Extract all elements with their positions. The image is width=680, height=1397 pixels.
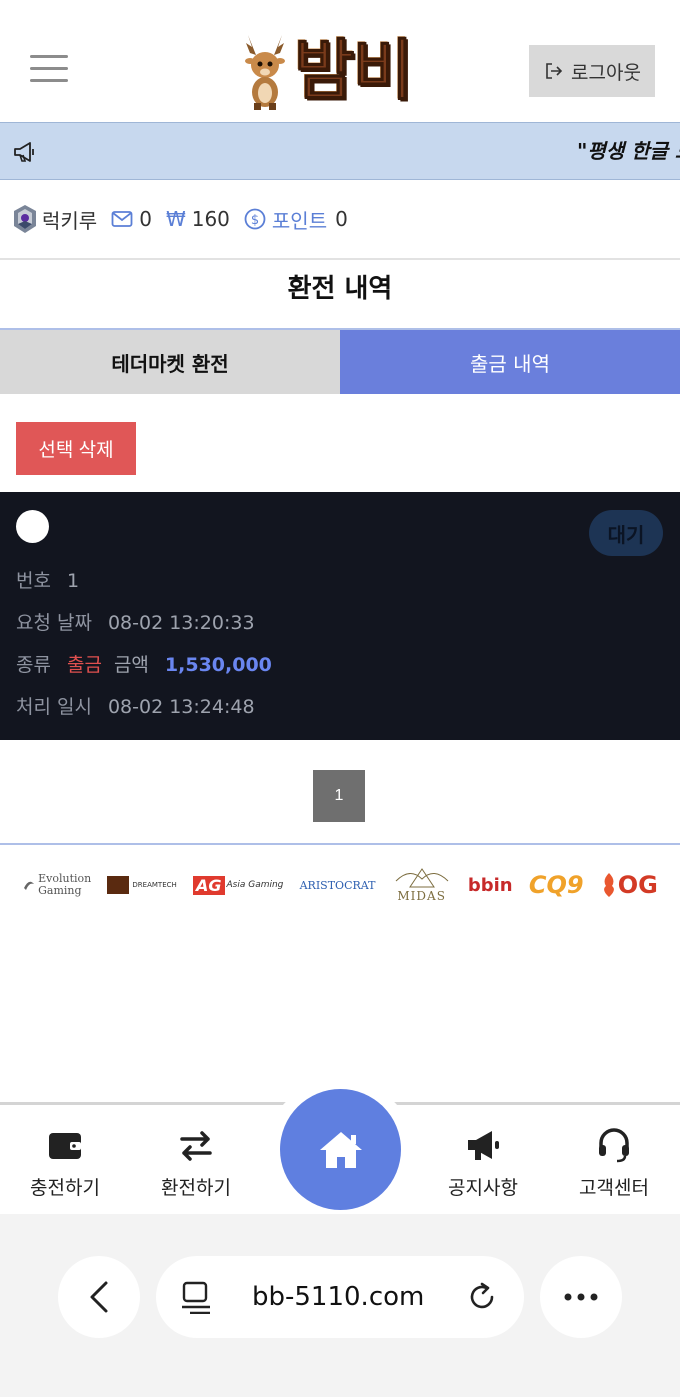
browser-more-button[interactable] (540, 1256, 622, 1338)
chevron-left-icon (90, 1281, 108, 1313)
number-label: 번호 (16, 570, 51, 592)
provider-og-logo: OG (600, 871, 658, 899)
site-logo[interactable]: 밤비 (236, 30, 452, 112)
points-label: 포인트 (271, 208, 328, 233)
logo-text: 밤비 (293, 32, 413, 110)
reload-icon[interactable] (466, 1281, 498, 1313)
nav-customer-center-label: 고객센터 (579, 1177, 649, 1199)
balance-display: ₩ 160 (166, 207, 230, 231)
record-request-date-row: 요청 날짜 08-02 13:20:33 (16, 608, 255, 635)
more-dots-icon (564, 1293, 598, 1301)
app-header: 밤비 로그아웃 (0, 0, 680, 122)
tab-tether-market-exchange[interactable]: 테더마켓 환전 (0, 330, 340, 394)
page-title: 환전 내역 (287, 274, 393, 304)
wallet-icon (49, 1133, 81, 1159)
type-label: 종류 (16, 654, 51, 676)
provider-bbin-logo: bbin (467, 874, 513, 896)
midas-crest-icon (395, 868, 449, 888)
megaphone-icon (468, 1131, 499, 1160)
browser-back-button[interactable] (58, 1256, 140, 1338)
svg-text:$: $ (251, 213, 259, 228)
nav-notices[interactable]: 공지사항 (428, 1127, 538, 1200)
delete-selected-button[interactable]: 선택 삭제 (16, 422, 136, 475)
headset-icon (599, 1128, 629, 1163)
provider-midas-logo: MIDAS (392, 867, 452, 903)
record-number-row: 번호 1 (16, 566, 79, 593)
provider-asia-gaming-logo: AG Asia Gaming (192, 875, 283, 895)
provider-logos: Evolution Gaming DREAMTECH AG Asia Gaming … (0, 858, 680, 912)
nav-deposit[interactable]: 충전하기 (10, 1127, 120, 1200)
page-menu-icon (182, 1281, 210, 1314)
home-button[interactable] (280, 1089, 401, 1210)
request-date-label: 요청 날짜 (16, 612, 92, 634)
evolution-icon (24, 881, 35, 890)
logout-icon (546, 63, 563, 79)
record-type-amount-row: 종류 출금 금액 1,530,000 (16, 650, 272, 677)
amount-value: 1,530,000 (164, 654, 272, 676)
og-flame-icon (603, 873, 614, 897)
messages-link[interactable]: 0 (111, 207, 152, 231)
withdrawal-record: 대기 번호 1 요청 날짜 08-02 13:20:33 종류 출금 금액 1,530,0… (0, 492, 680, 740)
username: 럭키루 (42, 208, 98, 233)
balance-value: 160 (191, 207, 230, 231)
nav-exchange-label: 환전하기 (161, 1177, 231, 1199)
provider-cq9-logo: CQ9 (528, 871, 584, 899)
nav-notices-label: 공지사항 (448, 1177, 518, 1199)
user-rank-icon (14, 205, 36, 233)
browser-toolbar: bb-5110.com (0, 1214, 680, 1397)
nav-deposit-label: 충전하기 (30, 1177, 100, 1199)
record-select-radio[interactable] (16, 510, 49, 543)
won-icon: ₩ (165, 207, 186, 231)
notice-bar: "평생 한글 도 (0, 122, 680, 180)
points-value: 0 (335, 207, 348, 231)
browser-url: bb-5110.com (252, 1282, 425, 1312)
menu-icon[interactable] (30, 55, 68, 85)
deer-logo-icon (245, 35, 285, 110)
points-link[interactable]: $ 포인트 0 (244, 205, 348, 234)
type-value: 출금 (66, 654, 102, 676)
processed-value: 08-02 13:24:48 (107, 696, 255, 718)
nav-customer-center[interactable]: 고객센터 (559, 1127, 669, 1200)
provider-dreamtech-logo: DREAMTECH (107, 876, 177, 894)
exchange-icon (180, 1131, 212, 1161)
logout-label: 로그아웃 (571, 62, 641, 84)
processed-label: 처리 일시 (16, 696, 92, 718)
tab-bar: 테더마켓 환전 출금 내역 (0, 328, 680, 394)
status-badge: 대기 (589, 510, 663, 556)
message-count: 0 (139, 207, 152, 231)
provider-evolution-logo: Evolution Gaming (22, 873, 91, 897)
user-info-bar: 럭키루 0 ₩ 160 $ 포인트 0 (0, 180, 680, 260)
request-date-value: 08-02 13:20:33 (107, 612, 255, 634)
section-divider (0, 843, 680, 845)
page-button-current[interactable]: 1 (313, 770, 365, 822)
browser-address-bar[interactable]: bb-5110.com (156, 1256, 524, 1338)
tab-withdrawal-history[interactable]: 출금 내역 (340, 330, 680, 394)
megaphone-icon (14, 142, 34, 162)
notice-text: "평생 한글 도 (577, 139, 680, 163)
mail-icon (111, 211, 133, 227)
coin-icon: $ (244, 208, 266, 230)
home-icon (319, 1131, 362, 1168)
nav-exchange[interactable]: 환전하기 (141, 1127, 251, 1200)
provider-aristocrat-logo: ARISTOCRAT (299, 878, 376, 892)
number-value: 1 (66, 570, 80, 592)
amount-label: 금액 (113, 654, 149, 676)
logout-button[interactable]: 로그아웃 (529, 45, 655, 97)
record-processed-row: 처리 일시 08-02 13:24:48 (16, 692, 255, 719)
